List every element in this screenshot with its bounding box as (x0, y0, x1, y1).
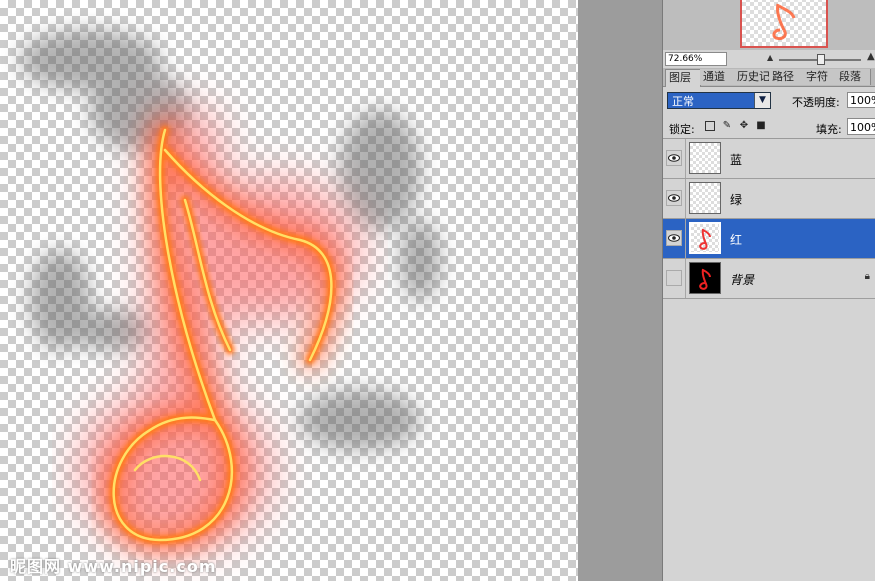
layer-name: 蓝 (730, 153, 743, 167)
visibility-toggle[interactable] (666, 230, 682, 246)
fire-music-note-artwork (20, 30, 440, 551)
lock-fill-row: 锁定: ✎ ✥ ■ 填充: 100% (663, 116, 875, 139)
fill-field[interactable]: 100% (847, 118, 875, 135)
layer-name: 红 (730, 233, 743, 247)
canvas-gutter (578, 0, 662, 581)
lock-label: 锁定: (669, 123, 695, 136)
divider (685, 259, 686, 298)
layer-thumbnail (689, 222, 721, 254)
tab-layers[interactable]: 图层 (665, 69, 701, 87)
divider (685, 139, 686, 178)
opacity-field[interactable]: 100% (847, 92, 875, 108)
blend-mode-value: 正常 (672, 95, 694, 108)
tab-history[interactable]: 历史记 (734, 69, 771, 85)
zoom-slider-handle[interactable] (817, 54, 825, 65)
layer-name: 绿 (730, 193, 743, 207)
blend-mode-select[interactable]: 正常 ▼ (667, 92, 771, 109)
visibility-toggle[interactable] (666, 270, 682, 286)
zoom-controls: 72.66% ▲ ▲ (663, 50, 875, 66)
tab-character[interactable]: 字符 (803, 69, 838, 85)
small-mountain-icon[interactable]: ▲ (767, 53, 773, 62)
eye-icon (668, 234, 680, 242)
layer-row-blue[interactable]: 蓝 (663, 139, 875, 179)
fill-label: 填充: (816, 123, 842, 136)
brush-icon[interactable]: ✎ (722, 121, 732, 131)
visibility-toggle[interactable] (666, 150, 682, 166)
layer-row-background[interactable]: 背景 🔒︎ (663, 259, 875, 299)
layer-thumbnail (689, 142, 721, 174)
layers-list: 蓝 绿 红 背景 🔒︎ (663, 139, 875, 299)
divider (685, 179, 686, 218)
document-canvas[interactable]: 昵图网 www.nipic.com (0, 0, 578, 581)
large-mountain-icon[interactable]: ▲ (867, 51, 875, 62)
right-panel: 72.66% ▲ ▲ 图层 通道 历史记 路径 字符 段落 正常 ▼ 不透明度:… (662, 0, 875, 581)
blend-opacity-row: 正常 ▼ 不透明度: 100% (663, 90, 875, 112)
watermark-text: 昵图网 www.nipic.com (10, 557, 217, 576)
tab-paths[interactable]: 路径 (769, 69, 805, 85)
opacity-label: 不透明度: (792, 96, 840, 109)
layer-thumbnail (689, 262, 721, 294)
visibility-toggle[interactable] (666, 190, 682, 206)
lock-icon: 🔒︎ (864, 271, 870, 282)
zoom-level-field[interactable]: 72.66% (665, 52, 727, 66)
navigator-panel (663, 0, 875, 50)
layer-row-red[interactable]: 红 (663, 219, 875, 259)
lock-icon[interactable]: ■ (756, 121, 766, 131)
divider (685, 219, 686, 258)
layer-row-green[interactable]: 绿 (663, 179, 875, 219)
chevron-down-icon[interactable]: ▼ (754, 93, 770, 108)
lock-transparency-icon[interactable] (705, 121, 715, 131)
eye-icon (668, 154, 680, 162)
navigator-thumbnail[interactable] (740, 0, 828, 48)
move-icon[interactable]: ✥ (739, 121, 749, 131)
tab-channels[interactable]: 通道 (700, 69, 736, 85)
tab-paragraph[interactable]: 段落 (836, 69, 871, 85)
panel-tabs: 图层 通道 历史记 路径 字符 段落 (663, 68, 875, 87)
layer-name: 背景 (730, 273, 755, 287)
eye-icon (668, 194, 680, 202)
layer-thumbnail (689, 182, 721, 214)
